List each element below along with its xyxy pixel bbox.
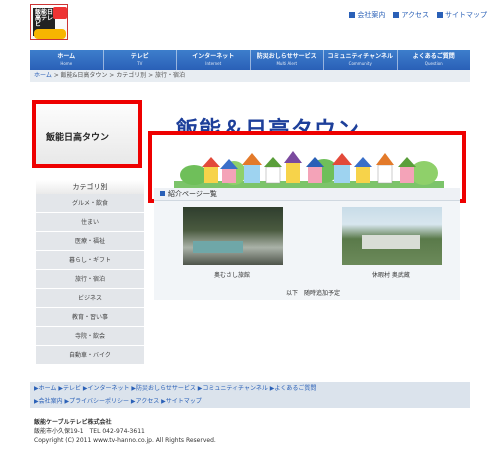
town-illustration: [174, 151, 444, 189]
entry-caption-1[interactable]: 奥むさし旅館: [214, 270, 250, 279]
logo-text: 飯能日高テレビ: [35, 9, 54, 28]
company-info: 飯能ケーブルテレビ株式会社 飯能市小久保19-1 TEL 042-974-361…: [34, 418, 216, 445]
square-bullet-icon: [160, 191, 165, 196]
entry-caption-2[interactable]: 休暇村 奥武蔵: [372, 270, 410, 279]
category-item-medical[interactable]: 医療・福祉: [36, 232, 144, 251]
top-link-company[interactable]: 会社案内: [349, 10, 385, 20]
nav-item-tv[interactable]: テレビ TV: [104, 50, 177, 70]
town-banner[interactable]: 飯能日高タウン: [32, 100, 142, 168]
top-links: 会社案内 アクセス サイトマップ: [349, 10, 487, 20]
nav-item-multi-alert[interactable]: 防災おしらせサービス Multi Alert: [251, 50, 324, 70]
breadcrumb-home[interactable]: ホーム: [34, 72, 52, 79]
category-item-travel[interactable]: 旅行・宿泊: [36, 270, 144, 289]
category-item-education[interactable]: 教育・習い事: [36, 308, 144, 327]
top-link-sitemap[interactable]: サイトマップ: [437, 10, 487, 20]
breadcrumb: ホーム > 飯能&日高タウン > カテゴリ別 > 旅行・宿泊: [30, 70, 470, 82]
square-bullet-icon: [393, 12, 400, 18]
copyright: Copyright (C) 2011 www.tv-hanno.co.jp. A…: [34, 437, 216, 444]
category-item-temple[interactable]: 寺院・飲会: [36, 327, 144, 346]
logo-yellow-block: [34, 29, 66, 39]
nav-item-home[interactable]: ホーム Home: [30, 50, 104, 70]
building-shape: [362, 235, 420, 249]
page: 飯能日高テレビ 会社案内 アクセス サイトマップ ホーム Home テレビ TV イ…: [0, 0, 495, 476]
category-item-living[interactable]: 暮らし・ギフト: [36, 251, 144, 270]
company-address: 飯能市小久保19-1 TEL 042-974-3611: [34, 428, 145, 435]
footer-nav-row-1[interactable]: ▶ホーム ▶テレビ ▶インターネット ▶防災おしらせサービス ▶コミュニティチャ…: [30, 382, 470, 396]
town-banner-label: 飯能日高タウン: [46, 133, 110, 143]
category-item-business[interactable]: ビジネス: [36, 289, 144, 308]
main-nav: ホーム Home テレビ TV インターネット Internet 防災おしらせサービス…: [30, 50, 470, 70]
category-item-housing[interactable]: 住まい: [36, 213, 144, 232]
pool-shape: [193, 241, 243, 253]
category-list: グルメ・飲食 住まい 医療・福祉 暮らし・ギフト 旅行・宿泊 ビジネス 教育・習…: [36, 194, 144, 365]
category-heading: カテゴリ別: [36, 180, 144, 194]
site-header: 飯能日高テレビ 会社案内 アクセス サイトマップ: [0, 0, 495, 48]
category-item-gourmet[interactable]: グルメ・飲食: [36, 194, 144, 213]
more-coming-text: 以下 随時追加予定: [286, 290, 341, 297]
logo-red-block: [53, 7, 67, 19]
nav-item-community[interactable]: コミュニティチャンネル Community: [324, 50, 398, 70]
square-bullet-icon: [349, 12, 356, 18]
company-name: 飯能ケーブルテレビ株式会社: [34, 419, 112, 426]
nav-item-question[interactable]: よくあるご質問 Question: [398, 50, 471, 70]
nav-item-internet[interactable]: インターネット Internet: [177, 50, 251, 70]
footer-nav-row-2[interactable]: ▶会社案内 ▶プライバシーポリシー ▶アクセス ▶サイトマップ: [30, 396, 470, 408]
breadcrumb-path: > 飯能&日高タウン > カテゴリ別 > 旅行・宿泊: [51, 72, 186, 79]
ryokan-photo[interactable]: [183, 207, 283, 265]
top-link-access[interactable]: アクセス: [393, 10, 429, 20]
intro-list-heading: 紹介ページ一覧: [154, 188, 460, 200]
square-bullet-icon: [437, 12, 443, 18]
site-logo[interactable]: 飯能日高テレビ: [30, 4, 68, 40]
kyukamura-photo[interactable]: [342, 207, 442, 265]
category-item-automobile[interactable]: 自動車・バイク: [36, 346, 144, 365]
